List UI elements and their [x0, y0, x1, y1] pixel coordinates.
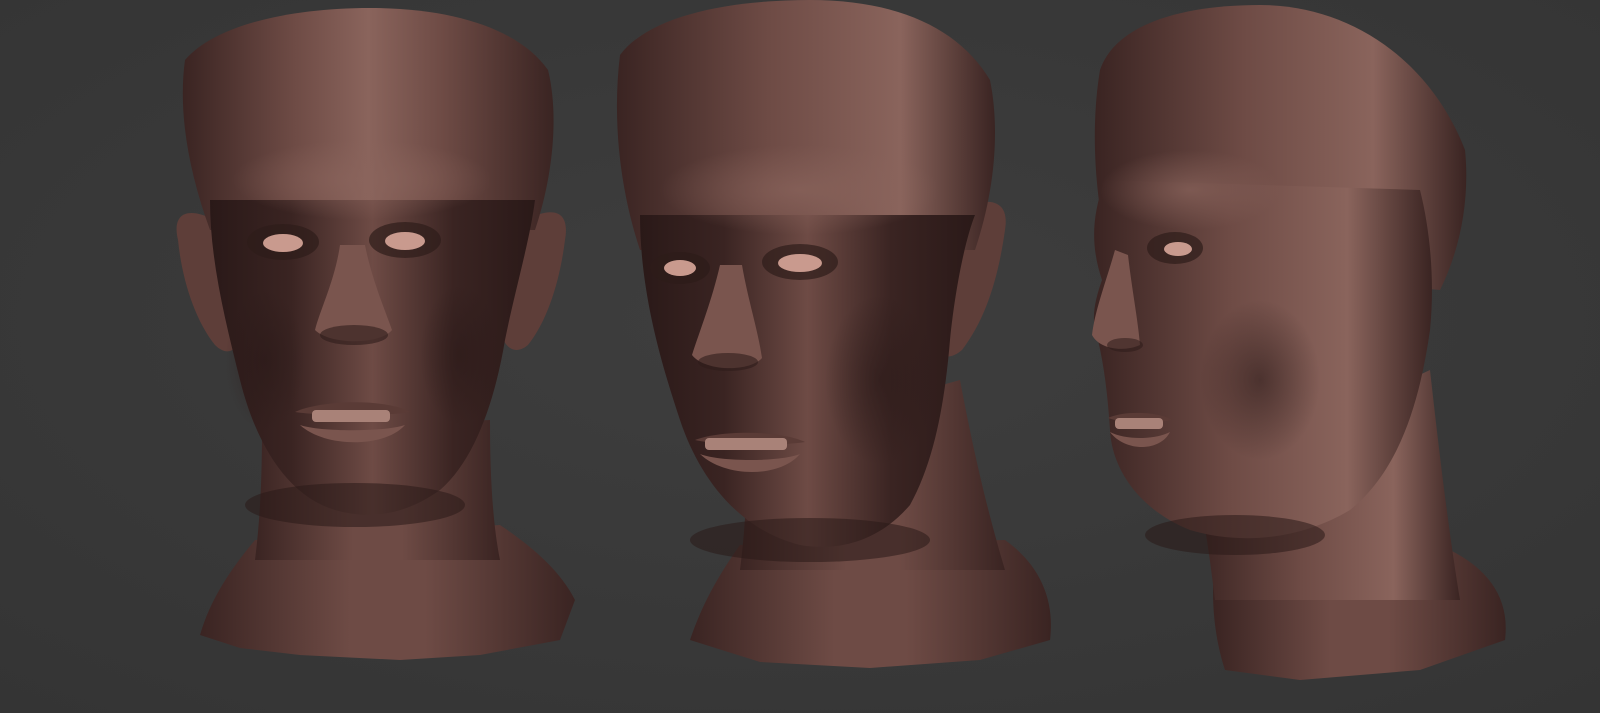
front-right-eye: [385, 232, 425, 250]
profile-nostril: [1107, 338, 1143, 352]
threequarter-brow-highlight: [660, 145, 940, 235]
threequarter-nostrils: [698, 353, 758, 371]
profile-jaw-shadow: [1145, 515, 1325, 555]
threequarter-teeth: [705, 438, 787, 450]
profile-teeth: [1115, 418, 1163, 429]
sculpt-viewport[interactable]: [0, 0, 1600, 713]
front-left-eye: [263, 234, 303, 252]
profile-eye: [1164, 242, 1192, 256]
front-left-cheek-hollow: [225, 290, 305, 430]
profile-brow-highlight: [1100, 150, 1280, 230]
profile-cheek-hollow: [1200, 300, 1320, 460]
threequarter-cheek-hollow: [825, 295, 935, 465]
threequarter-jaw-shadow: [690, 518, 930, 562]
viewport-canvas: [0, 0, 1600, 713]
front-brow-highlight: [232, 140, 492, 220]
front-teeth: [312, 410, 390, 422]
front-nostrils: [320, 325, 388, 345]
threequarter-right-eye: [778, 254, 822, 272]
front-right-cheek-hollow: [420, 285, 500, 425]
threequarter-left-eye: [664, 260, 696, 276]
front-jaw-shadow: [245, 483, 465, 527]
